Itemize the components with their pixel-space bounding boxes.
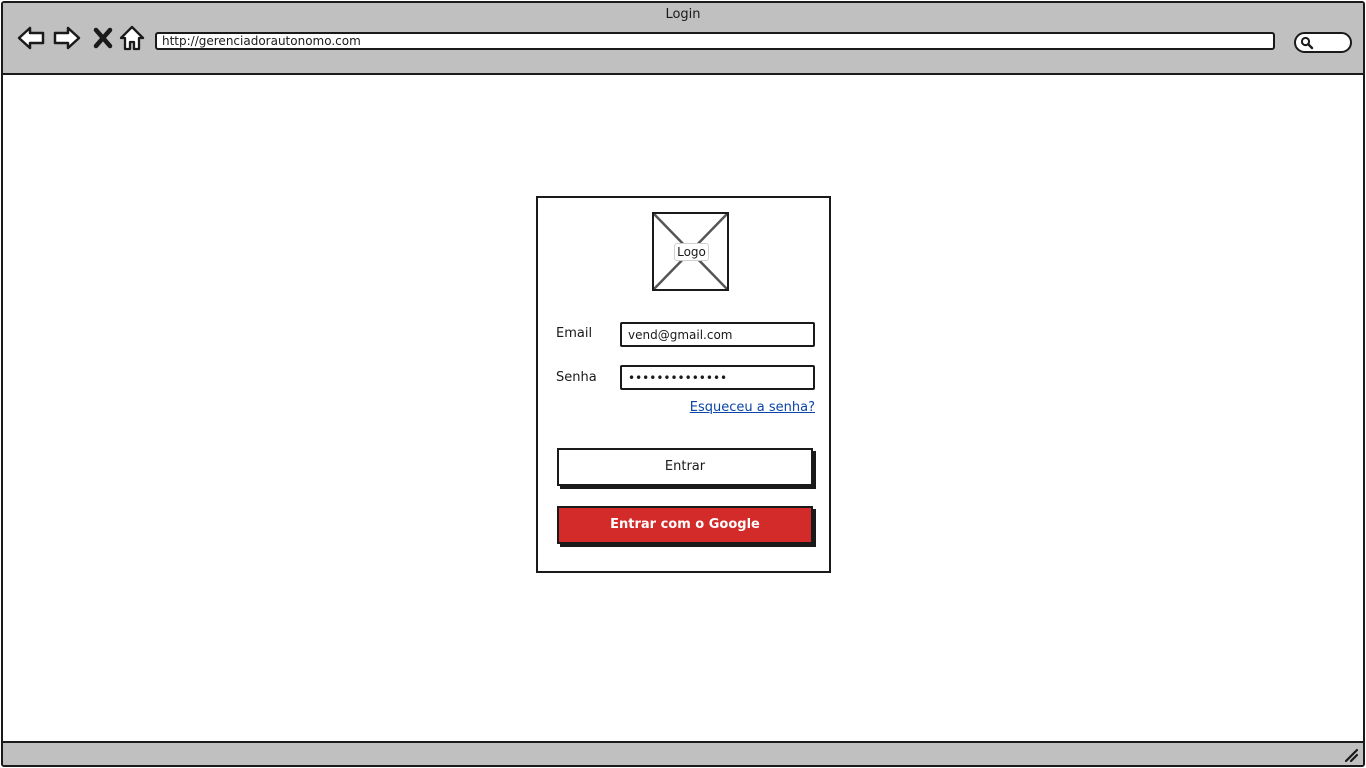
logo-label: Logo <box>674 243 709 261</box>
home-button[interactable] <box>117 23 147 53</box>
email-field[interactable] <box>620 322 815 347</box>
browser-search-button[interactable] <box>1294 32 1352 53</box>
password-label: Senha <box>556 370 597 385</box>
logo-placeholder: Logo <box>652 212 729 291</box>
browser-toolbar: Login <box>3 3 1363 75</box>
forgot-password-link[interactable]: Esqueceu a senha? <box>690 400 815 415</box>
resize-grip-icon <box>1344 748 1359 763</box>
browser-window: Login http://gerenciadorautonomo.com Log… <box>1 1 1365 767</box>
close-icon <box>93 27 113 49</box>
stop-button[interactable] <box>88 23 118 53</box>
login-button[interactable]: Entrar <box>557 448 813 486</box>
back-arrow-icon <box>17 26 45 50</box>
google-login-button[interactable]: Entrar com o Google <box>557 506 813 544</box>
login-card: Logo Email Senha Esqueceu a senha? Entra… <box>536 196 831 573</box>
back-button[interactable] <box>16 23 46 53</box>
resize-grip[interactable] <box>1343 747 1359 763</box>
forward-arrow-icon <box>53 26 81 50</box>
url-input[interactable] <box>155 32 1275 50</box>
email-label: Email <box>556 326 593 341</box>
forward-button[interactable] <box>52 23 82 53</box>
password-field[interactable] <box>620 365 815 390</box>
search-icon <box>1300 36 1314 50</box>
home-icon <box>119 25 145 51</box>
window-title: Login <box>665 7 701 22</box>
status-bar <box>3 741 1363 765</box>
